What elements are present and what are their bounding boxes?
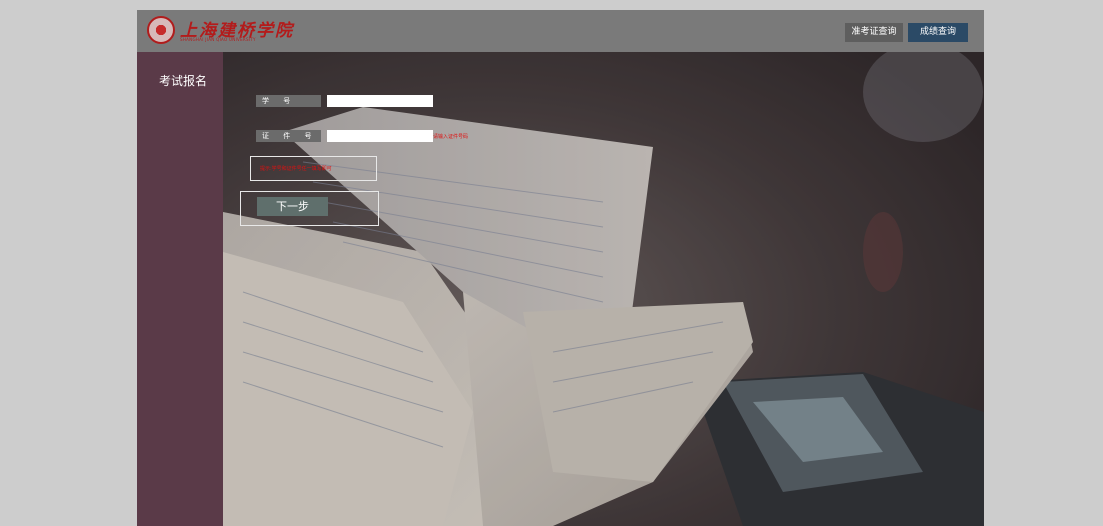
id-number-input[interactable] (327, 130, 433, 142)
sidebar: 考试报名 (137, 52, 223, 526)
browser-viewport: 上海建桥学院 SHANGHAI JIAN QIAO UNIVERSITY 准考证… (0, 0, 1103, 526)
sidebar-item-exam-registration[interactable]: 考试报名 (159, 72, 207, 89)
id-number-hint: 请输入证件号码 (433, 134, 469, 140)
id-number-label: 证 件 号 (256, 130, 321, 142)
university-logo[interactable]: 上海建桥学院 SHANGHAI JIAN QIAO UNIVERSITY (147, 16, 307, 46)
header-bar: 上海建桥学院 SHANGHAI JIAN QIAO UNIVERSITY 准考证… (137, 10, 984, 52)
university-seal-icon (147, 16, 175, 44)
logo-name-en: SHANGHAI JIAN QIAO UNIVERSITY (180, 37, 256, 42)
notice-box: 提示:学号和证件号任一填写即可 (250, 156, 377, 181)
page-container: 上海建桥学院 SHANGHAI JIAN QIAO UNIVERSITY 准考证… (137, 10, 984, 526)
student-id-input[interactable] (327, 95, 433, 107)
admission-ticket-query-button[interactable]: 准考证查询 (845, 23, 903, 42)
notice-text: 提示:学号和证件号任一填写即可 (260, 166, 332, 172)
score-query-button[interactable]: 成绩查询 (908, 23, 968, 42)
next-step-button[interactable]: 下一步 (257, 197, 328, 216)
student-id-label: 学 号 (256, 95, 321, 107)
background-photo (223, 52, 984, 526)
main-content: 学 号 证 件 号 请输入证件号码 提示:学号和证件号任一填写即可 下一步 (223, 52, 984, 526)
next-step-frame: 下一步 (240, 191, 379, 226)
